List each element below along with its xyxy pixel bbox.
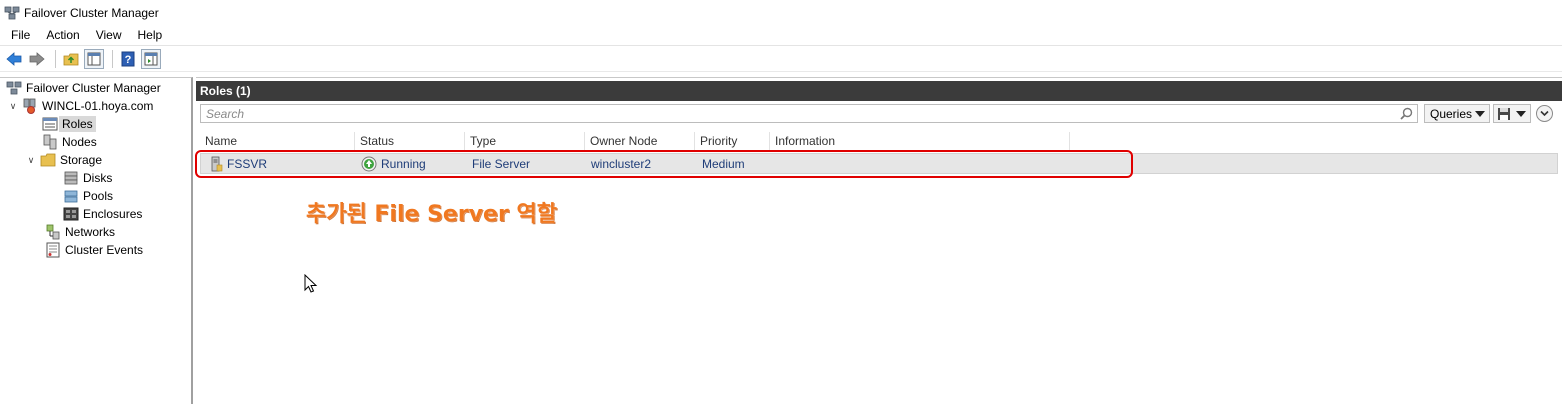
back-button[interactable]	[4, 49, 24, 69]
tree-item-disks-label: Disks	[83, 171, 113, 185]
navigation-tree: Failover Cluster Manager ∨ WINCL-01.hoya…	[0, 77, 193, 404]
help-button[interactable]: ?	[118, 49, 138, 69]
menu-bar: File Action View Help	[0, 25, 1562, 46]
cluster-icon	[23, 98, 36, 114]
role-name: FSSVR	[227, 156, 268, 171]
role-priority: Medium	[702, 156, 745, 171]
forward-arrow-icon	[29, 52, 45, 66]
roles-header-title: Roles (1)	[200, 84, 251, 98]
tree-item-roles[interactable]: Roles	[42, 115, 96, 133]
search-input[interactable]: Search	[200, 104, 1418, 123]
show-hide-tree-button[interactable]	[84, 49, 104, 69]
role-status: Running	[381, 156, 426, 171]
column-header-status[interactable]: Status	[355, 132, 465, 150]
queries-label: Queries	[1430, 106, 1473, 121]
toolbar: ?	[0, 47, 1562, 72]
show-hide-action-pane-button[interactable]	[141, 49, 161, 69]
enclosures-icon	[63, 207, 79, 221]
tree-item-roles-label: Roles	[59, 116, 96, 132]
tree-item-networks-label: Networks	[65, 225, 116, 239]
tree-item-nodes-label: Nodes	[62, 135, 97, 149]
role-owner-node: wincluster2	[591, 156, 652, 171]
help-icon: ?	[121, 51, 135, 67]
save-icon	[1498, 108, 1510, 120]
running-status-icon	[361, 156, 377, 171]
menu-view[interactable]: View	[88, 28, 130, 42]
chevron-down-icon	[1475, 111, 1485, 117]
up-folder-button[interactable]	[61, 49, 81, 69]
tree-root-label: Failover Cluster Manager	[26, 81, 161, 95]
role-type-cell: File Server	[472, 154, 530, 173]
queries-dropdown[interactable]: Queries	[1424, 104, 1490, 123]
tree-item-nodes[interactable]: Nodes	[42, 133, 97, 151]
collapse-button[interactable]	[1536, 105, 1553, 122]
disks-icon	[64, 171, 78, 185]
menu-file[interactable]: File	[0, 28, 38, 42]
annotation-label: 추가된 File Server 역할	[306, 202, 557, 227]
role-status-cell: Running	[361, 154, 426, 173]
search-row: Search Queries	[196, 103, 1562, 125]
role-owner-node-cell: wincluster2	[591, 154, 651, 173]
tree-item-networks[interactable]: Networks	[45, 223, 115, 241]
column-header-name[interactable]: Name	[200, 132, 355, 150]
role-name-cell: FSSVR	[209, 154, 267, 173]
chevron-down-icon	[1516, 111, 1526, 117]
save-query-dropdown[interactable]	[1493, 104, 1531, 123]
file-server-icon	[211, 156, 223, 171]
roles-header: Roles (1)	[196, 81, 1562, 101]
search-icon[interactable]	[1400, 107, 1413, 120]
back-arrow-icon	[6, 52, 22, 66]
folder-up-icon	[63, 53, 79, 66]
role-type: File Server	[472, 156, 531, 171]
cluster-events-icon	[46, 242, 60, 258]
toolbar-separator	[112, 50, 113, 68]
tree-item-cluster-events-label: Cluster Events	[65, 243, 144, 257]
column-header-owner-node[interactable]: Owner Node	[585, 132, 695, 150]
tree-root[interactable]: Failover Cluster Manager	[6, 79, 161, 97]
chevron-down-icon[interactable]: ∨	[26, 155, 36, 166]
storage-folder-icon	[40, 153, 56, 167]
nodes-icon	[43, 134, 57, 150]
console-tree-icon	[87, 52, 101, 66]
pools-icon	[64, 190, 78, 203]
menu-help[interactable]: Help	[130, 28, 171, 42]
mouse-cursor-icon	[304, 274, 318, 293]
table-row[interactable]: FSSVR Running File Server wincluster2 Me…	[200, 153, 1558, 174]
chevron-down-icon[interactable]: ∨	[8, 101, 18, 112]
chevron-down-icon	[1540, 110, 1549, 117]
tree-item-disks[interactable]: Disks	[63, 169, 112, 187]
title-bar: Failover Cluster Manager	[0, 0, 1562, 25]
action-pane-icon	[144, 52, 158, 66]
window-title: Failover Cluster Manager	[24, 5, 159, 20]
forward-button[interactable]	[27, 49, 47, 69]
tree-cluster-label: WINCL-01.hoya.com	[42, 99, 154, 113]
roles-icon	[42, 117, 58, 131]
networks-icon	[46, 224, 60, 240]
tree-item-storage-label: Storage	[60, 153, 103, 167]
menu-action[interactable]: Action	[38, 28, 87, 42]
cluster-manager-icon	[6, 81, 22, 95]
tree-item-pools[interactable]: Pools	[63, 187, 113, 205]
tree-item-enclosures[interactable]: Enclosures	[63, 205, 142, 223]
role-priority-cell: Medium	[702, 154, 745, 173]
toolbar-separator	[55, 50, 56, 68]
roles-pane: Roles (1) Search Queries Name Status Typ…	[195, 77, 1562, 404]
column-header-information[interactable]: Information	[770, 132, 1070, 150]
column-headers: Name Status Type Owner Node Priority Inf…	[200, 132, 1560, 150]
cluster-manager-icon	[4, 6, 20, 19]
column-header-type[interactable]: Type	[465, 132, 585, 150]
column-header-priority[interactable]: Priority	[695, 132, 770, 150]
tree-item-enclosures-label: Enclosures	[83, 207, 143, 221]
tree-cluster[interactable]: ∨ WINCL-01.hoya.com	[8, 97, 153, 115]
tree-item-storage[interactable]: ∨ Storage	[26, 151, 102, 169]
tree-item-cluster-events[interactable]: Cluster Events	[45, 241, 143, 259]
search-placeholder: Search	[206, 106, 245, 121]
svg-text:?: ?	[125, 54, 132, 66]
tree-item-pools-label: Pools	[83, 189, 114, 203]
